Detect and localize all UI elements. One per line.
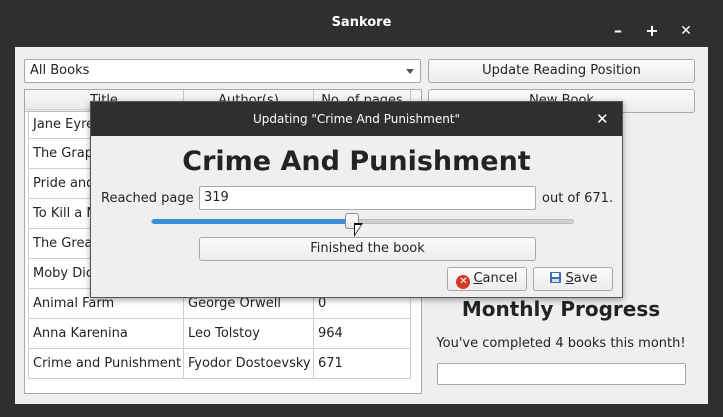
cancel-button[interactable]: ✕ Cancel <box>447 267 527 291</box>
reached-page-input[interactable]: 319 <box>199 186 536 210</box>
table-row[interactable]: Anna Karenina Leo Tolstoy 964 <box>28 319 411 349</box>
save-label-rest: ave <box>573 271 598 286</box>
table-row[interactable]: Crime and Punishment Fyodor Dostoevsky 6… <box>28 349 411 379</box>
book-filter-select[interactable]: All Books <box>24 59 421 83</box>
cell-pages: 671 <box>313 349 411 379</box>
book-title-heading: Crime And Punishment <box>182 146 531 177</box>
book-filter-value: All Books <box>30 63 90 78</box>
cancel-mnemonic: C <box>473 271 483 286</box>
monthly-progress-text: You've completed 4 books this month! <box>436 336 686 351</box>
app-window: Sankore – + ✕ All Books Update Reading P… <box>0 0 723 417</box>
dialog-title: Updating "Crime And Punishment" <box>91 102 622 136</box>
page-slider-fill <box>152 219 352 224</box>
cell-pages: 964 <box>313 319 411 349</box>
window-close-button[interactable]: ✕ <box>675 20 697 42</box>
chevron-down-icon <box>406 69 414 74</box>
cell-title: Anna Karenina <box>28 319 184 349</box>
save-button[interactable]: Save <box>533 267 613 291</box>
maximize-button[interactable]: + <box>641 20 663 42</box>
finished-book-button[interactable]: Finished the book <box>199 237 536 261</box>
save-mnemonic: S <box>565 271 574 286</box>
minimize-button[interactable]: – <box>607 20 629 42</box>
monthly-progress-title: Monthly Progress <box>461 297 661 321</box>
dialog-close-button[interactable]: ✕ <box>596 102 612 136</box>
monthly-progress-bar <box>437 363 686 385</box>
update-reading-position-button[interactable]: Update Reading Position <box>428 59 695 83</box>
cell-author: Fyodor Dostoevsky <box>183 349 314 379</box>
cell-author: Leo Tolstoy <box>183 319 314 349</box>
reached-page-label: Reached page <box>101 191 194 206</box>
update-position-dialog: Updating "Crime And Punishment" ✕ Crime … <box>90 101 623 298</box>
cell-title: Crime and Punishment <box>28 349 184 379</box>
cancel-icon: ✕ <box>456 275 471 289</box>
mouse-cursor-fill <box>355 225 361 234</box>
out-of-label: out of 671. <box>542 191 614 206</box>
window-titlebar: Sankore – + ✕ <box>0 0 723 47</box>
cancel-label-rest: ancel <box>482 271 518 286</box>
save-icon <box>549 272 561 283</box>
